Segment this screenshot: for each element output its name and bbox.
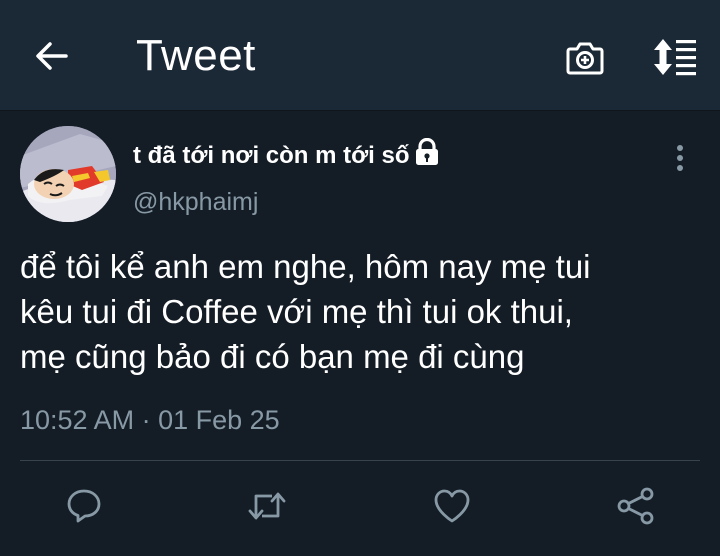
back-button[interactable] — [30, 34, 74, 78]
reply-icon — [67, 489, 101, 523]
arrow-left-icon — [36, 42, 68, 70]
more-vertical-icon — [677, 145, 683, 171]
like-button[interactable] — [430, 484, 474, 528]
more-options-button[interactable] — [666, 142, 694, 174]
sort-list-icon — [654, 39, 696, 76]
retweet-icon — [248, 492, 286, 520]
camera-plus-icon — [566, 42, 604, 75]
tweet-text-line: kêu tui đi Coffee với mẹ thì tui ok thui… — [20, 293, 573, 330]
tweet-timestamp: 10:52 AM · 01 Feb 25 — [20, 405, 280, 435]
tweet-text-line: mẹ cũng bảo đi có bạn mẹ đi cùng — [20, 338, 525, 375]
tweet-text: để tôi kể anh em nghe, hôm nay mẹ tui kê… — [20, 244, 710, 379]
display-name-text: t đã tới nơi còn m tới số — [133, 142, 410, 169]
divider — [20, 460, 700, 461]
camera-button[interactable] — [562, 36, 608, 80]
tweet-text-line: để tôi kể anh em nghe, hôm nay mẹ tui — [20, 248, 591, 285]
avatar[interactable] — [20, 126, 116, 222]
share-icon — [617, 487, 654, 525]
sort-button[interactable] — [648, 34, 702, 80]
author-display-name[interactable]: t đã tới nơi còn m tới số — [133, 138, 440, 171]
like-icon — [434, 489, 470, 523]
app-header: Tweet — [0, 0, 720, 111]
avatar-cartoon-icon — [20, 126, 116, 222]
lock-icon — [415, 138, 438, 165]
share-button[interactable] — [614, 484, 658, 528]
reply-button[interactable] — [62, 484, 106, 528]
page-title: Tweet — [136, 31, 256, 80]
author-handle[interactable]: @hkphaimj — [133, 186, 258, 218]
retweet-button[interactable] — [245, 484, 289, 528]
